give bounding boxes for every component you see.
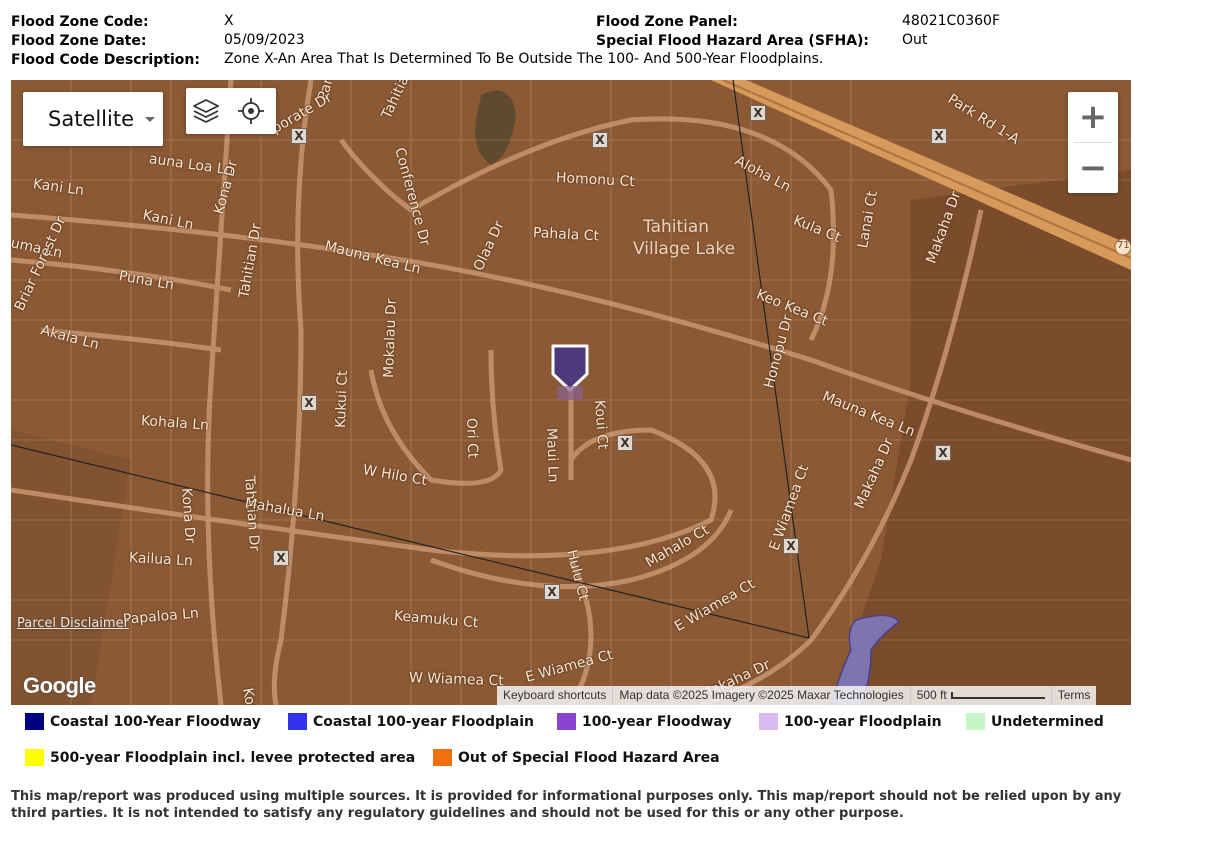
flood-code-description-label: Flood Code Description: bbox=[11, 52, 200, 68]
keyboard-shortcuts-link[interactable]: Keyboard shortcuts bbox=[497, 686, 614, 705]
highway-shield-label: 71 bbox=[1117, 240, 1130, 251]
zone-x-marker[interactable]: X bbox=[291, 128, 307, 144]
street-label: Mokalau Dr bbox=[381, 298, 400, 379]
flood-map[interactable]: Tahitian Village Lake Park Tahitian porat… bbox=[11, 80, 1131, 705]
zone-x-marker[interactable]: X bbox=[783, 538, 799, 554]
street-label: W Wiamea Ct bbox=[408, 670, 505, 690]
map-attribution: Keyboard shortcuts Map data ©2025 Imager… bbox=[497, 686, 1097, 705]
sfha-value: Out bbox=[902, 32, 928, 48]
legend-swatch bbox=[25, 749, 44, 766]
map-data-attribution: Map data ©2025 Imagery ©2025 Maxar Techn… bbox=[613, 686, 911, 705]
flood-zone-code-label: Flood Zone Code: bbox=[11, 14, 149, 30]
legend-swatch bbox=[288, 713, 307, 730]
flood-zone-date-value: 05/09/2023 bbox=[224, 32, 305, 48]
zone-x-marker[interactable]: X bbox=[544, 584, 560, 600]
street-label: Pahala Ct bbox=[532, 225, 600, 245]
street-label: Maui Ln bbox=[543, 427, 561, 483]
street-label: Ori Ct bbox=[463, 417, 481, 459]
street-label: Kukui Ct bbox=[333, 370, 352, 429]
scale-indicator[interactable]: 500 ft bbox=[911, 686, 1052, 705]
zone-x-marker[interactable]: X bbox=[592, 132, 608, 148]
street-label: Koui Ct bbox=[591, 399, 611, 450]
legend-swatch bbox=[557, 713, 576, 730]
legend-item: Undetermined bbox=[966, 713, 1104, 730]
zone-x-marker[interactable]: X bbox=[931, 128, 947, 144]
legend-item: Out of Special Flood Hazard Area bbox=[433, 749, 720, 766]
map-type-select[interactable]: Satellite bbox=[23, 92, 163, 146]
legend-swatch bbox=[966, 713, 985, 730]
legend-item: 500-year Floodplain incl. levee protecte… bbox=[25, 749, 415, 766]
legend-item: Coastal 100-Year Floodway bbox=[25, 713, 261, 730]
terms-link[interactable]: Terms bbox=[1052, 686, 1097, 705]
zone-x-marker[interactable]: X bbox=[750, 105, 766, 121]
zone-x-marker[interactable]: X bbox=[617, 435, 633, 451]
legend-item: Coastal 100-year Floodplain bbox=[288, 713, 534, 730]
legend-item: 100-year Floodplain bbox=[759, 713, 942, 730]
zoom-out-button[interactable]: − bbox=[1068, 143, 1118, 193]
flood-zone-code-value: X bbox=[224, 13, 234, 29]
layers-icon[interactable] bbox=[189, 94, 223, 128]
street-label: Kailua Ln bbox=[128, 550, 194, 570]
map-tools bbox=[186, 88, 276, 134]
lake-label: Tahitian Village Lake bbox=[633, 217, 736, 259]
zone-x-marker[interactable]: X bbox=[935, 445, 951, 461]
report-disclaimer: This map/report was produced using multi… bbox=[11, 789, 1122, 821]
legend-swatch bbox=[759, 713, 778, 730]
zone-x-marker[interactable]: X bbox=[301, 395, 317, 411]
flood-code-description-value: Zone X-An Area That Is Determined To Be … bbox=[224, 51, 824, 67]
legend-swatch bbox=[433, 749, 452, 766]
zoom-controls: + − bbox=[1068, 92, 1118, 193]
flood-zone-panel-label: Flood Zone Panel: bbox=[596, 14, 738, 30]
sfha-label: Special Flood Hazard Area (SFHA): bbox=[596, 33, 870, 49]
legend-swatch bbox=[25, 713, 44, 730]
zone-x-marker[interactable]: X bbox=[273, 550, 289, 566]
location-pin-icon[interactable] bbox=[549, 342, 593, 404]
flood-zone-panel-value: 48021C0360F bbox=[902, 13, 1000, 29]
google-logo: Google bbox=[23, 673, 96, 698]
flood-zone-date-label: Flood Zone Date: bbox=[11, 33, 147, 49]
parcel-disclaimer-link[interactable]: Parcel Disclaimer bbox=[17, 616, 129, 631]
map-type-label: Satellite bbox=[48, 107, 135, 131]
legend-item: 100-year Floodway bbox=[557, 713, 732, 730]
zoom-in-button[interactable]: + bbox=[1068, 92, 1118, 142]
chevron-down-icon bbox=[145, 117, 155, 122]
crosshair-icon[interactable] bbox=[234, 94, 268, 128]
